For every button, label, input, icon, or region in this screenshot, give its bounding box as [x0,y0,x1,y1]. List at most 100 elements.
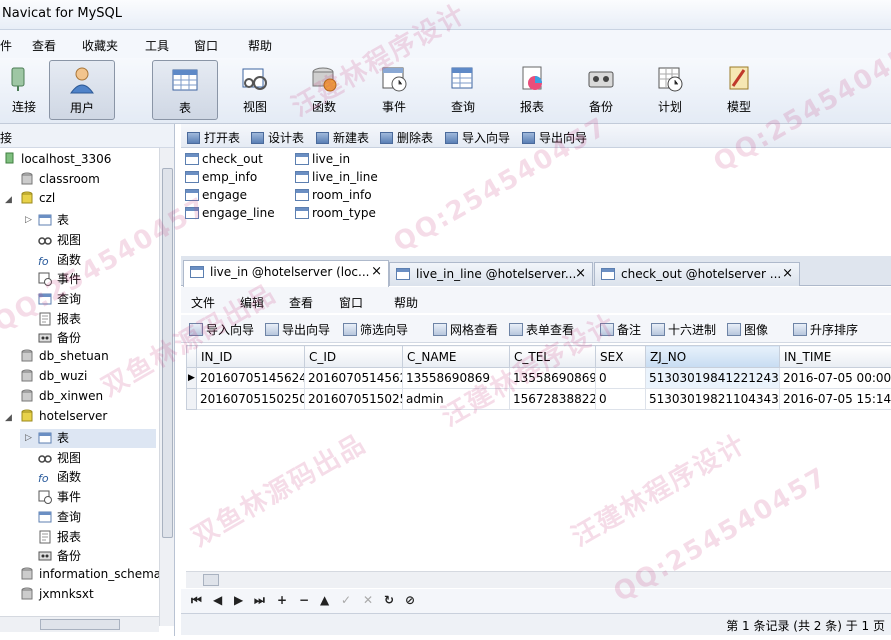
tree-hotelserver-views[interactable]: 视图 [38,449,81,468]
memo-button[interactable]: 备注 [600,321,641,338]
export-wizard-button[interactable]: 导出向导 [522,129,587,146]
previous-record-icon[interactable]: ◀ [213,593,222,607]
tab-close-icon[interactable]: × [782,266,793,281]
tree-db-wuzi[interactable]: db_wuzi [20,369,87,388]
next-record-icon[interactable]: ▶ [234,593,243,607]
editor-menu-help[interactable]: 帮助 [394,294,418,311]
tab-live-in[interactable]: live_in @hotelserver (loc... × [183,260,389,287]
toolbar-report-button[interactable]: 报表 [499,60,565,120]
refresh-icon[interactable]: ↻ [384,593,394,607]
editor-menu-window[interactable]: 窗口 [339,294,363,311]
editor-menu-view[interactable]: 查看 [289,294,313,311]
import-wizard-button[interactable]: 导入向导 [445,129,510,146]
edit-record-icon[interactable]: ▲ [320,593,329,607]
grid-view-button[interactable]: 网格查看 [433,321,498,338]
tab-check-out[interactable]: check_out @hotelserver ... × [594,262,800,286]
tree-db-classroom[interactable]: classroom [20,172,100,191]
sidebar-vertical-scrollbar[interactable] [159,148,174,626]
editor-menu-file[interactable]: 文件 [191,294,215,311]
tree-db-jxmnksxt[interactable]: jxmnksxt [20,587,94,606]
menu-favorites[interactable]: 收藏夹 [82,37,118,54]
tree-czl-events[interactable]: 事件 [38,270,81,289]
cell[interactable]: 20160705145624 [196,367,305,389]
last-record-icon[interactable]: ⏭ [254,593,265,608]
cell[interactable]: 20160705150250 [304,388,403,410]
table-item-live-in[interactable]: live_in [295,152,350,166]
column-header-in-id[interactable]: IN_ID [196,345,305,368]
toolbar-model-button[interactable]: 模型 [706,60,772,120]
column-header-sex[interactable]: SEX [595,345,646,368]
tree-hotelserver-backups[interactable]: 备份 [38,547,81,566]
expand-icon[interactable]: ▷ [25,215,32,225]
menu-file[interactable]: 件 [0,37,12,54]
tree-db-xinwen[interactable]: db_xinwen [20,389,103,408]
tree-czl-tables[interactable]: 表 [38,211,69,230]
toolbar-schedule-button[interactable]: 计划 [637,60,703,120]
grid-import-wizard-button[interactable]: 导入向导 [189,321,254,338]
cell[interactable]: 0 [595,388,646,410]
sidebar-horizontal-scrollbar[interactable] [0,616,159,632]
tree-db-information-schema[interactable]: information_schema [20,567,161,586]
editor-menu-edit[interactable]: 编辑 [240,294,264,311]
table-item-live-in-line[interactable]: live_in_line [295,170,378,184]
table-item-check-out[interactable]: check_out [185,152,263,166]
discard-changes-icon[interactable]: ✕ [363,593,373,607]
tree-hotelserver-events[interactable]: 事件 [38,488,81,507]
table-item-room-type[interactable]: room_type [295,206,376,220]
table-item-room-info[interactable]: room_info [295,188,372,202]
add-record-icon[interactable]: + [277,593,287,607]
cell[interactable]: admin [402,388,510,410]
toolbar-user-button[interactable]: 用户 [49,60,115,120]
expand-icon[interactable]: ▷ [25,433,32,443]
tab-live-in-line[interactable]: live_in_line @hotelserver... × [389,262,593,286]
tab-close-icon[interactable]: × [575,266,586,281]
tab-close-icon[interactable]: × [371,264,382,279]
tree-db-hotelserver[interactable]: hotelserver [20,409,107,428]
tree-czl-backups[interactable]: 备份 [38,329,81,348]
table-item-engage[interactable]: engage [185,188,247,202]
delete-table-button[interactable]: 删除表 [380,129,433,146]
toolbar-function-button[interactable]: 函数 [291,60,357,120]
cell[interactable]: 0 [595,367,646,389]
hex-button[interactable]: 十六进制 [651,321,716,338]
menu-tools[interactable]: 工具 [145,37,169,54]
sidebar-scroll-thumb[interactable] [162,168,173,538]
toolbar-event-button[interactable]: 事件 [361,60,427,120]
tree-db-shetuan[interactable]: db_shetuan [20,349,109,368]
image-button[interactable]: 图像 [727,321,768,338]
open-table-button[interactable]: 打开表 [187,129,240,146]
toolbar-backup-button[interactable]: 备份 [568,60,634,120]
collapse-icon[interactable]: ◢ [5,413,12,423]
grid-export-wizard-button[interactable]: 导出向导 [265,321,330,338]
column-header-c-name[interactable]: C_NAME [402,345,510,368]
delete-record-icon[interactable]: − [299,593,309,607]
cell[interactable]: 20160705145624 [304,367,403,389]
tree-czl-queries[interactable]: 查询 [38,290,81,309]
toolbar-query-button[interactable]: 查询 [430,60,496,120]
tree-hotelserver-queries[interactable]: 查询 [38,508,81,527]
cell[interactable]: 513030198412212432 [645,367,780,389]
collapse-icon[interactable]: ◢ [5,195,12,205]
first-record-icon[interactable]: ⏮ [191,593,202,608]
column-header-c-tel[interactable]: C_TEL [509,345,596,368]
tree-hotelserver-reports[interactable]: 报表 [38,528,81,547]
tree-czl-functions[interactable]: fo 函数 [38,251,81,270]
grid-horizontal-scrollbar[interactable] [186,571,891,588]
column-header-in-time[interactable]: IN_TIME [779,345,891,368]
new-table-button[interactable]: 新建表 [316,129,369,146]
table-item-engage-line[interactable]: engage_line [185,206,275,220]
table-row[interactable]: ▶ 20160705145624 20160705145624 13558690… [186,367,891,389]
sort-ascending-button[interactable]: 升序排序 [793,321,858,338]
tree-czl-views[interactable]: 视图 [38,231,81,250]
tree-db-czl[interactable]: czl [20,191,55,210]
filter-wizard-button[interactable]: 筛选向导 [343,321,408,338]
column-header-zj-no[interactable]: ZJ_NO [645,345,780,368]
cell[interactable]: 15672838822 [509,388,596,410]
sidebar-hscroll-thumb[interactable] [40,619,120,630]
cell[interactable]: 20160705150250 [196,388,305,410]
tree-hotelserver-functions[interactable]: fo 函数 [38,468,81,487]
cell[interactable]: 13558690869 [402,367,510,389]
design-table-button[interactable]: 设计表 [251,129,304,146]
cell[interactable]: 2016-07-05 15:14:1 [779,388,891,410]
toolbar-table-button[interactable]: 表 [152,60,218,120]
